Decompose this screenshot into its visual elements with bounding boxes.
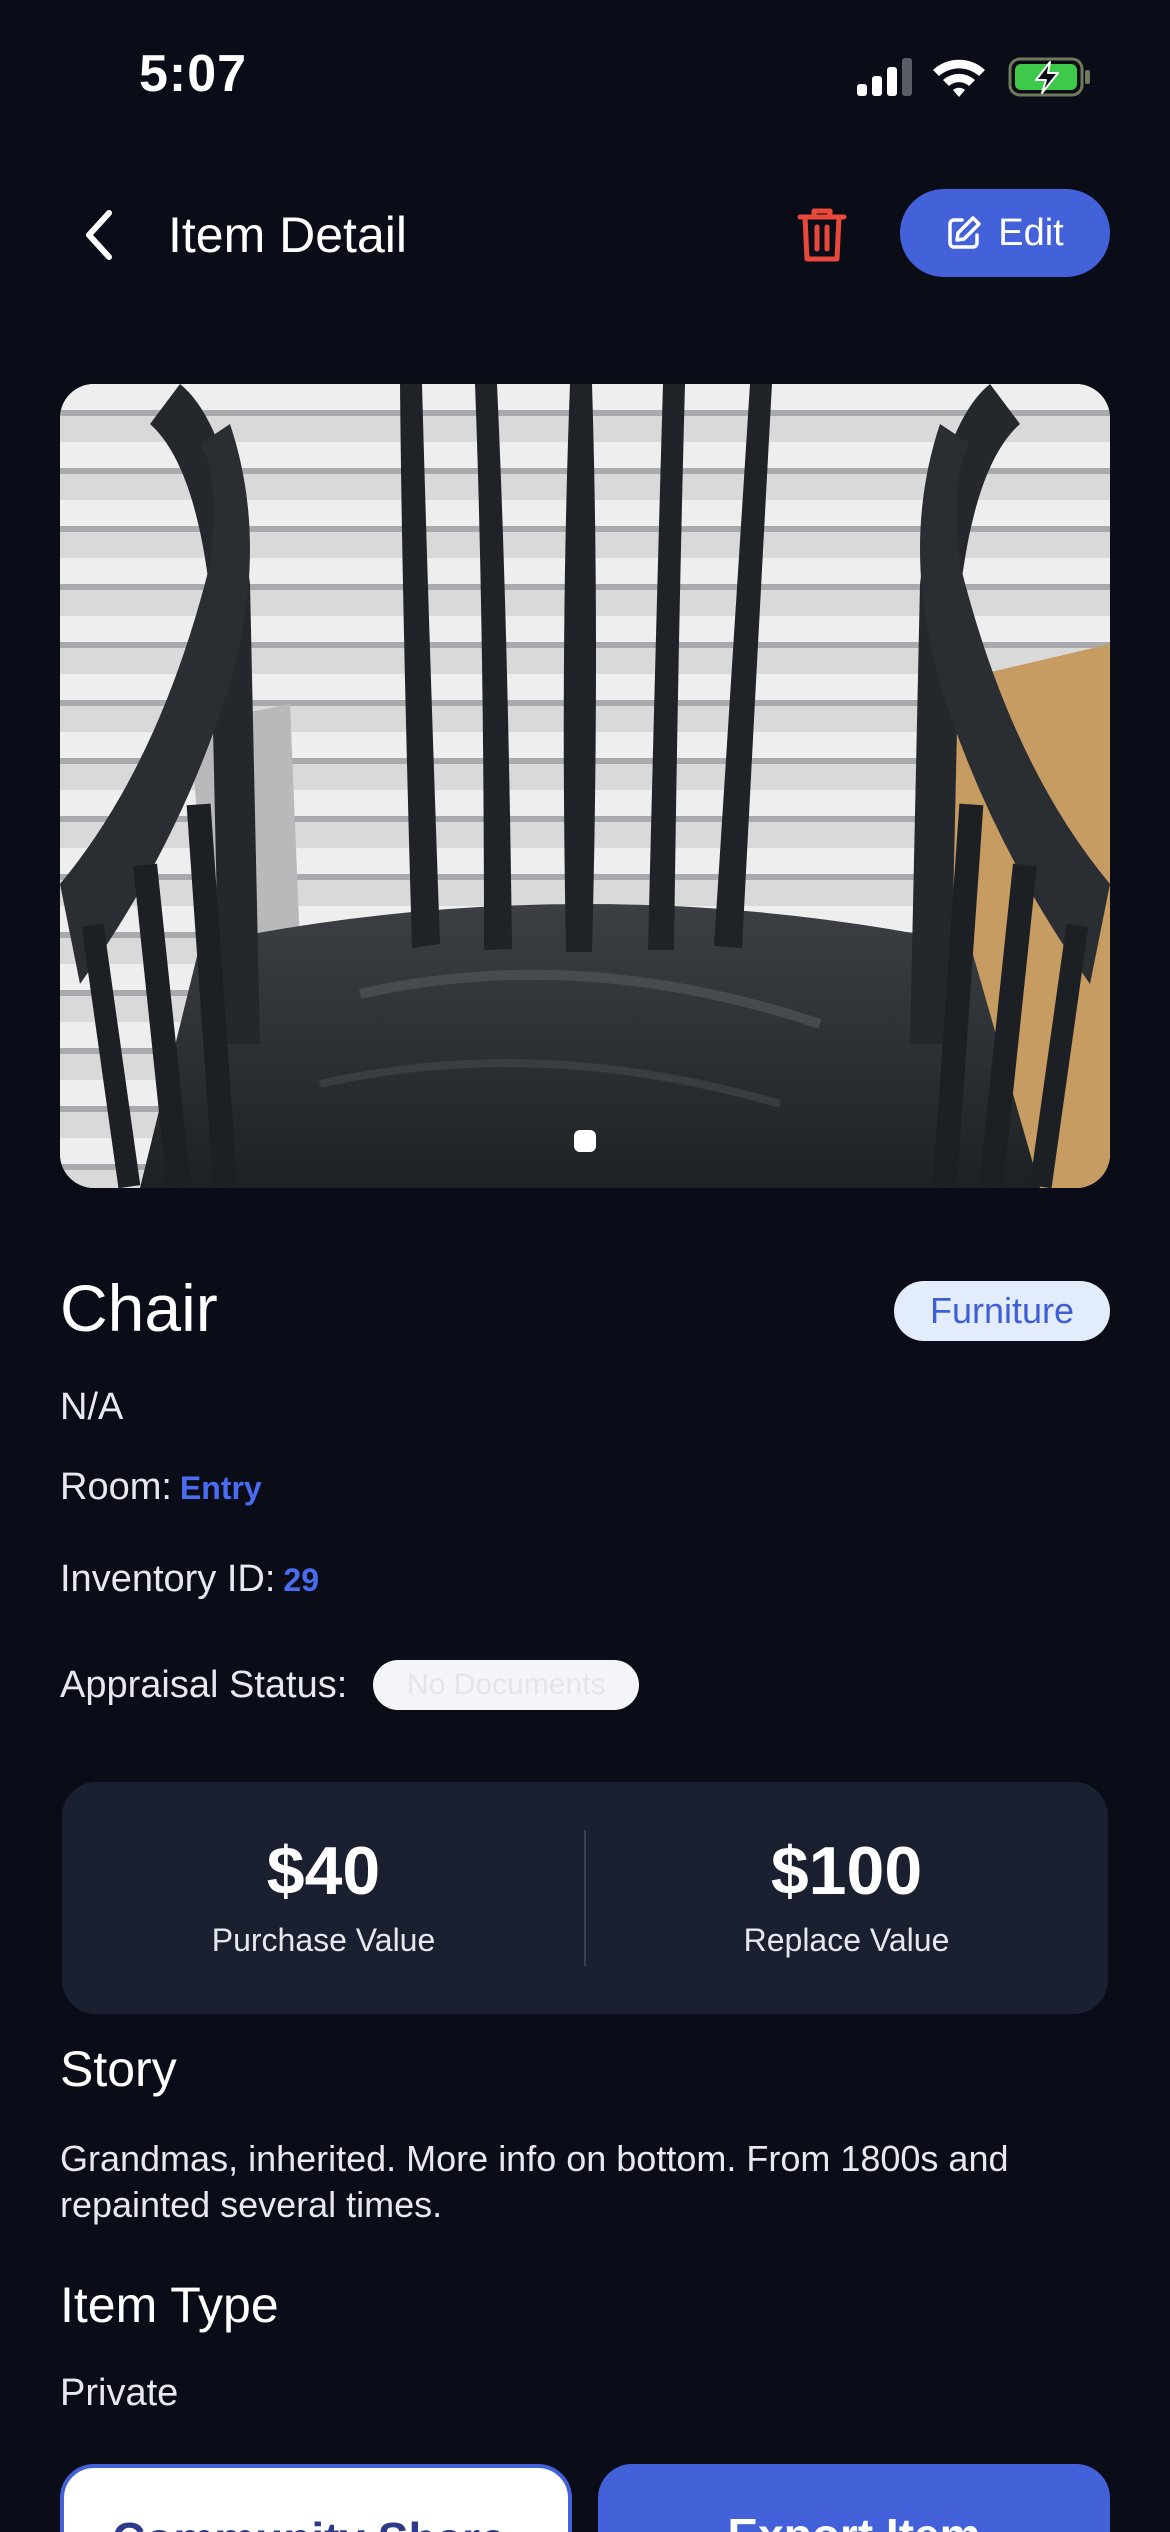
replace-value-label: Replace Value — [743, 1922, 950, 1958]
chevron-left-icon — [86, 210, 112, 260]
item-subtitle: N/A — [60, 1386, 124, 1428]
item-detail-screen: 5:07 Item Detail Edit Chair Furniture N/… — [0, 0, 1170, 2532]
inventory-id-row: Inventory ID: 29 — [60, 1558, 319, 1601]
room-label: Room: — [60, 1466, 172, 1508]
carousel-page-indicator[interactable] — [574, 1130, 596, 1152]
nav-bar: Item Detail Edit — [0, 180, 1170, 290]
room-link[interactable]: Entry — [180, 1470, 262, 1507]
replace-value: $100 Replace Value — [585, 1782, 1108, 2014]
item-photo — [60, 384, 1110, 1188]
room-row: Room: Entry — [60, 1466, 262, 1509]
trash-icon — [797, 208, 847, 262]
item-type-heading: Item Type — [60, 2277, 279, 2333]
inventory-id-label: Inventory ID: — [60, 1558, 276, 1600]
cellular-signal-icon — [857, 58, 912, 96]
appraisal-status-label: Appraisal Status: — [60, 1663, 348, 1706]
community-share-button[interactable]: Community Share — [60, 2464, 572, 2532]
purchase-value: $40 Purchase Value — [62, 1782, 585, 2014]
story-text: Grandmas, inherited. More info on bottom… — [60, 2138, 1009, 2225]
export-item-label: Export Item — [727, 2509, 980, 2532]
community-share-label: Community Share — [112, 2513, 506, 2532]
values-card: $40 Purchase Value $100 Replace Value — [62, 1782, 1108, 2014]
inventory-id-value: 29 — [283, 1562, 320, 1598]
purchase-value-label: Purchase Value — [211, 1922, 436, 1958]
appraisal-status-badge: No Documents — [373, 1660, 640, 1710]
item-name: Chair — [60, 1271, 218, 1345]
page-title: Item Detail — [168, 207, 407, 263]
item-photo-carousel[interactable] — [60, 384, 1110, 1188]
status-bar: 5:07 — [0, 0, 1170, 150]
edit-icon — [948, 216, 981, 249]
delete-button[interactable] — [790, 202, 854, 268]
status-time: 5:07 — [139, 45, 248, 103]
category-badge: Furniture — [894, 1281, 1110, 1341]
wifi-icon — [933, 59, 985, 97]
back-button[interactable] — [68, 205, 128, 265]
battery-charging-icon — [1008, 57, 1090, 97]
edit-button-label: Edit — [998, 211, 1064, 254]
appraisal-status-row: Appraisal Status: No Documents — [60, 1660, 640, 1710]
edit-button[interactable]: Edit — [900, 189, 1110, 277]
purchase-value-amount: $40 — [266, 1833, 381, 1909]
item-type-value: Private — [60, 2372, 179, 2414]
export-item-button[interactable]: Export Item — [598, 2464, 1110, 2532]
story-heading: Story — [60, 2041, 177, 2097]
replace-value-amount: $100 — [770, 1833, 923, 1909]
